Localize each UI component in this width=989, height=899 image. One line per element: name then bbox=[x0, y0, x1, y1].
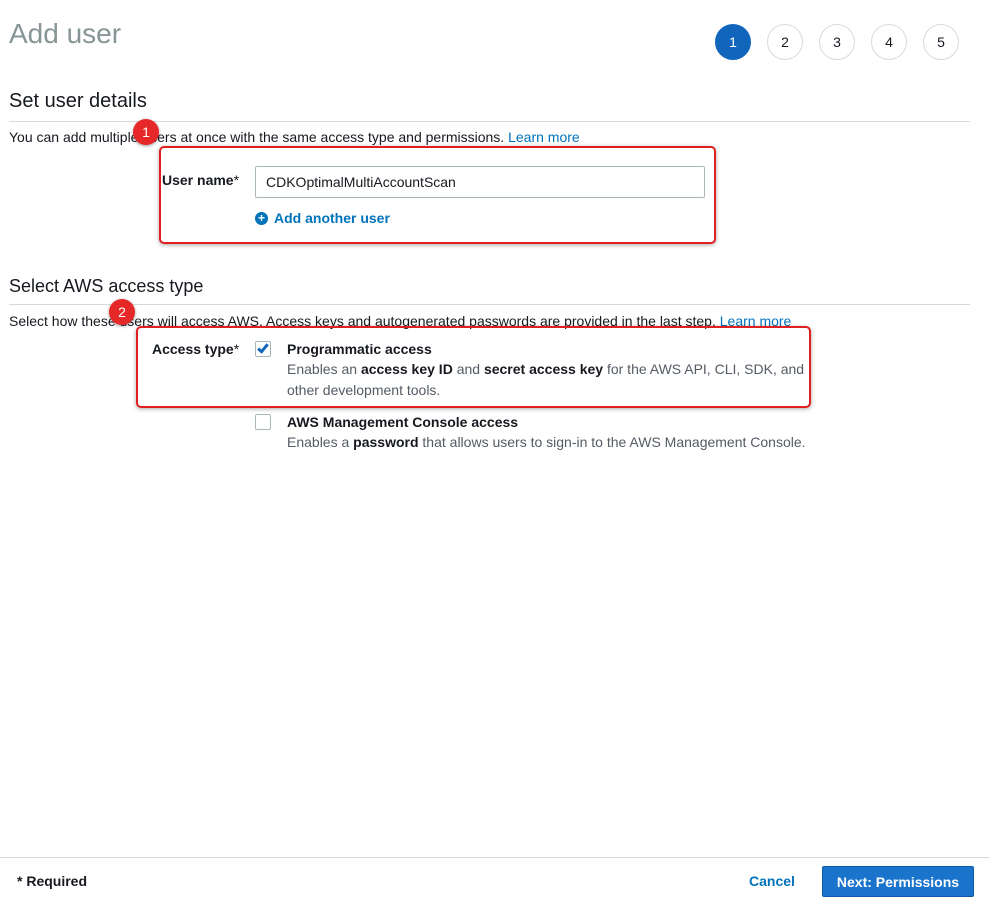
step-4[interactable]: 4 bbox=[871, 24, 907, 60]
step-5[interactable]: 5 bbox=[923, 24, 959, 60]
console-access-title: AWS Management Console access bbox=[287, 414, 519, 430]
cancel-button[interactable]: Cancel bbox=[749, 873, 795, 889]
section-title-user-details: Set user details bbox=[9, 90, 147, 112]
annotation-highlight-1 bbox=[159, 146, 716, 244]
step-1[interactable]: 1 bbox=[715, 24, 751, 60]
annotation-badge-1: 1 bbox=[133, 119, 159, 145]
user-details-description: You can add multiple users at once with … bbox=[9, 129, 580, 145]
required-note: * Required bbox=[17, 873, 88, 889]
footer-divider bbox=[0, 857, 989, 858]
console-access-checkbox[interactable] bbox=[255, 414, 271, 430]
console-access-description: Enables a password that allows users to … bbox=[287, 434, 806, 450]
learn-more-link[interactable]: Learn more bbox=[508, 129, 580, 145]
annotation-highlight-2 bbox=[136, 326, 811, 408]
step-3[interactable]: 3 bbox=[819, 24, 855, 60]
user-details-description-text: You can add multiple users at once with … bbox=[9, 129, 505, 145]
annotation-badge-2: 2 bbox=[109, 299, 135, 325]
wizard-steps: 1 2 3 4 5 bbox=[715, 24, 975, 60]
next-permissions-button[interactable]: Next: Permissions bbox=[822, 866, 974, 897]
page-title: Add user bbox=[9, 18, 122, 49]
step-2[interactable]: 2 bbox=[767, 24, 803, 60]
section-title-access-type: Select AWS access type bbox=[9, 276, 204, 296]
divider bbox=[9, 304, 970, 305]
